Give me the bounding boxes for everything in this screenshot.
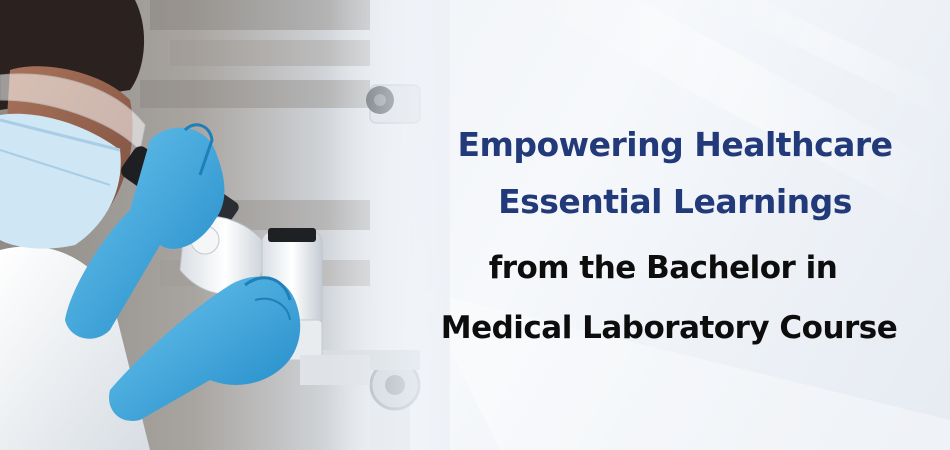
headline-line-4: Medical Laboratory Course: [440, 310, 898, 346]
headline-line-3: from the Bachelor in: [488, 250, 838, 286]
hero-banner: Empowering Healthcare Essential Learning…: [0, 0, 950, 450]
headline-line-2: Essential Learnings: [498, 182, 852, 221]
headline-line-1: Empowering Healthcare: [457, 125, 893, 164]
headline: Empowering Healthcare Essential Learning…: [400, 0, 950, 450]
